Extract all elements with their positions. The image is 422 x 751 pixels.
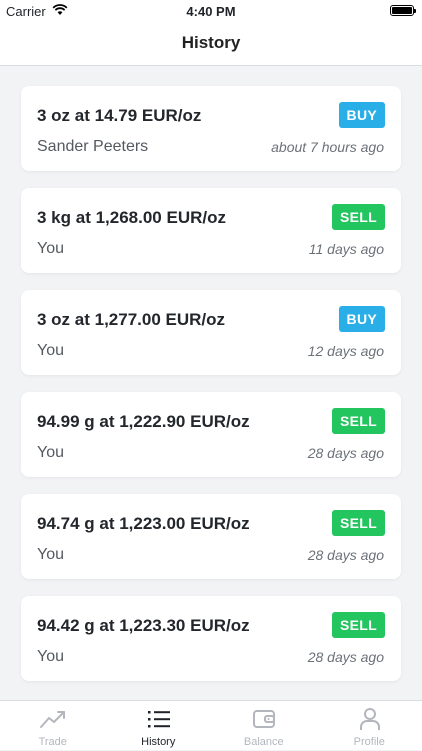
history-list[interactable]: 3 oz at 14.79 EUR/oz BUY Sander Peeters … [0,66,422,700]
trend-up-icon [39,707,67,731]
trade-time: about 7 hours ago [271,139,384,155]
history-item[interactable]: 94.99 g at 1,222.90 EUR/oz SELL You 28 d… [21,392,401,477]
history-item[interactable]: 94.74 g at 1,223.00 EUR/oz SELL You 28 d… [21,494,401,579]
tab-history[interactable]: History [106,701,212,751]
history-item[interactable]: 3 kg at 1,268.00 EUR/oz SELL You 11 days… [21,188,401,273]
tab-label: Trade [0,736,106,748]
tab-label: Balance [211,736,317,748]
tab-trade[interactable]: Trade [0,701,106,751]
trade-amount: 3 oz at 14.79 EUR/oz [37,106,201,126]
tab-label: Profile [317,736,422,748]
tab-bar: Trade History Balance Profile [0,700,422,750]
side-badge: BUY [339,306,385,332]
tab-balance[interactable]: Balance [211,701,317,751]
side-badge: SELL [332,204,385,230]
trade-time: 12 days ago [308,343,384,359]
list-icon [145,707,173,731]
trade-time: 28 days ago [308,649,384,665]
trade-party: Sander Peeters [37,138,148,156]
clock: 4:40 PM [0,4,422,19]
side-badge: BUY [339,102,385,128]
page-title: History [182,33,241,53]
trade-amount: 94.74 g at 1,223.00 EUR/oz [37,514,250,534]
status-bar: Carrier 4:40 PM [0,0,422,22]
history-item[interactable]: 3 oz at 1,277.00 EUR/oz BUY You 12 days … [21,290,401,375]
trade-time: 28 days ago [308,445,384,461]
trade-amount: 94.42 g at 1,223.30 EUR/oz [37,616,250,636]
side-badge: SELL [332,408,385,434]
tab-profile[interactable]: Profile [317,701,422,751]
trade-amount: 3 oz at 1,277.00 EUR/oz [37,310,225,330]
trade-amount: 3 kg at 1,268.00 EUR/oz [37,208,226,228]
navigation-bar: History [0,22,422,66]
trade-party: You [37,240,64,258]
trade-time: 28 days ago [308,547,384,563]
person-icon [356,707,384,731]
trade-party: You [37,342,64,360]
side-badge: SELL [332,612,385,638]
trade-party: You [37,444,64,462]
history-item[interactable]: 3 oz at 14.79 EUR/oz BUY Sander Peeters … [21,86,401,171]
side-badge: SELL [332,510,385,536]
tab-label: History [106,736,212,748]
trade-time: 11 days ago [309,241,384,257]
trade-party: You [37,648,64,666]
wallet-icon [250,707,278,731]
history-item[interactable]: 94.42 g at 1,223.30 EUR/oz SELL You 28 d… [21,596,401,681]
trade-party: You [37,546,64,564]
battery-icon [390,5,414,16]
trade-amount: 94.99 g at 1,222.90 EUR/oz [37,412,250,432]
